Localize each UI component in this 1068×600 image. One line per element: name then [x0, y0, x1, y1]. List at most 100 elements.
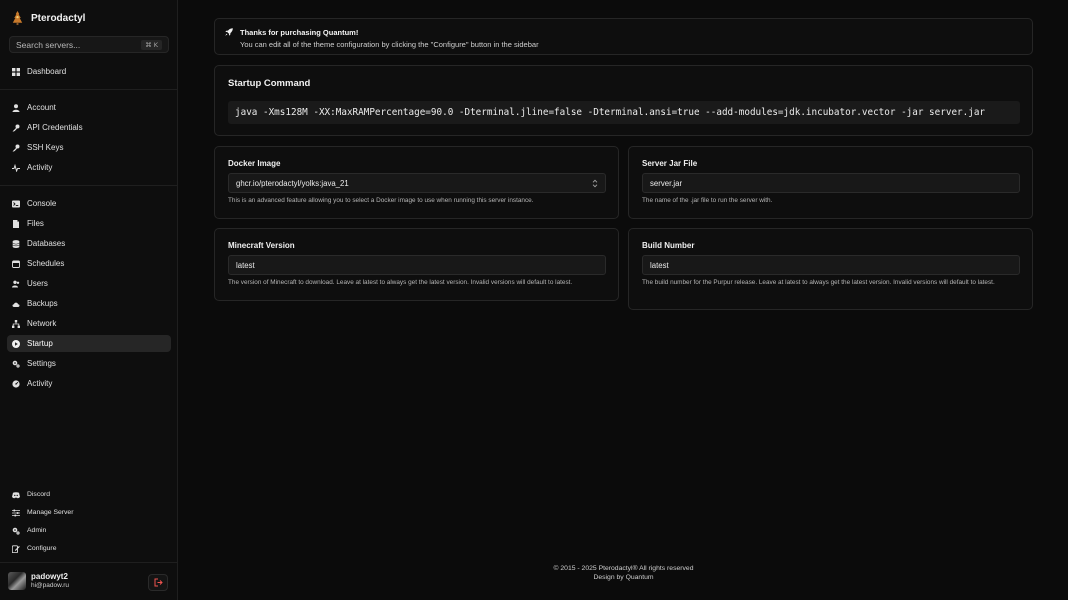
sidebar-item-label: Network	[27, 319, 57, 328]
build-number-help: The build number for the Purpur release.…	[642, 279, 995, 286]
logout-icon	[154, 578, 163, 587]
divider	[0, 562, 178, 563]
sidebar-item-network[interactable]: Network	[7, 315, 171, 332]
user-name: padowyt2	[31, 572, 68, 581]
server-jar-label: Server Jar File	[642, 159, 698, 168]
server-jar-card: Server Jar File server.jar The name of t…	[628, 146, 1033, 219]
grid-icon	[12, 67, 20, 76]
footer-copyright: © 2015 - 2025 Pterodactyl® All rights re…	[553, 565, 694, 572]
docker-image-help: This is an advanced feature allowing you…	[228, 197, 534, 204]
play-icon	[12, 339, 20, 348]
sidebar-item-admin[interactable]: Admin	[7, 522, 171, 539]
terminal-icon	[12, 200, 20, 208]
divider	[0, 185, 178, 186]
sidebar-item-label: Databases	[27, 239, 66, 248]
sidebar-item-label: Dashboard	[27, 67, 67, 76]
user-icon	[12, 103, 20, 112]
notice-text: You can edit all of the theme configurat…	[240, 40, 539, 49]
sidebar-item-dashboard[interactable]: Dashboard	[7, 63, 171, 80]
search-placeholder: Search servers...	[16, 39, 81, 50]
build-number-label: Build Number	[642, 241, 695, 250]
discord-icon	[12, 491, 20, 499]
sidebar-item-ssh-keys[interactable]: SSH Keys	[7, 139, 171, 156]
edit-icon	[12, 544, 20, 553]
startup-command-display[interactable]: java -Xms128M -XX:MaxRAMPercentage=90.0 …	[228, 101, 1020, 124]
search-input[interactable]: Search servers... ⌘ K	[9, 36, 169, 53]
sidebar-item-backups[interactable]: Backups	[7, 295, 171, 312]
sidebar-item-label: Activity	[27, 163, 53, 172]
sidebar-item-account[interactable]: Account	[7, 99, 171, 116]
sidebar-item-label: Discord	[27, 491, 51, 498]
sliders-icon	[12, 509, 20, 517]
sidebar-item-console[interactable]: Console	[7, 195, 171, 212]
calendar-icon	[12, 260, 20, 268]
sidebar-item-label: Console	[27, 199, 57, 208]
minecraft-version-label: Minecraft Version	[228, 241, 295, 250]
sidebar-item-label: Settings	[27, 359, 56, 368]
server-jar-help: The name of the .jar file to run the ser…	[642, 197, 773, 204]
sidebar-item-label: Users	[27, 279, 48, 288]
user-profile[interactable]: padowyt2 hi@padow.ru	[8, 572, 69, 590]
minecraft-version-card: Minecraft Version latest The version of …	[214, 228, 619, 301]
users-icon	[12, 280, 20, 288]
pulse-icon	[12, 163, 20, 172]
build-number-card: Build Number latest The build number for…	[628, 228, 1033, 310]
sidebar: Pterodactyl Search servers... ⌘ K Dashbo…	[0, 0, 178, 600]
user-email: hi@padow.ru	[31, 582, 70, 589]
rocket-icon	[225, 28, 233, 36]
cogs-icon	[12, 527, 20, 535]
server-jar-value: server.jar	[650, 178, 683, 188]
sidebar-item-label: Files	[27, 219, 44, 228]
sidebar-item-schedules[interactable]: Schedules	[7, 255, 171, 272]
divider	[0, 89, 178, 90]
build-number-input[interactable]: latest	[642, 255, 1020, 275]
notice-title: Thanks for purchasing Quantum!	[240, 28, 359, 37]
sidebar-item-manage-server[interactable]: Manage Server	[7, 504, 171, 521]
minecraft-version-value: latest	[236, 260, 255, 270]
sidebar-item-startup[interactable]: Startup	[7, 335, 171, 352]
search-shortcut: ⌘ K	[141, 39, 162, 50]
docker-image-card: Docker Image ghcr.io/pterodactyl/yolks:j…	[214, 146, 619, 219]
sidebar-item-label: Startup	[27, 339, 53, 348]
sidebar-item-files[interactable]: Files	[7, 215, 171, 232]
sidebar-item-label: API Credentials	[27, 123, 83, 132]
file-icon	[12, 219, 20, 228]
docker-image-label: Docker Image	[228, 159, 281, 168]
purchase-notice: Thanks for purchasing Quantum! You can e…	[214, 18, 1033, 55]
pterodactyl-logo-icon	[12, 10, 23, 26]
brand-name: Pterodactyl	[31, 12, 86, 24]
chevron-updown-icon	[592, 179, 598, 188]
sidebar-item-configure[interactable]: Configure	[7, 540, 171, 557]
key-icon	[12, 124, 20, 132]
sidebar-item-label: Manage Server	[27, 509, 74, 516]
startup-command-title: Startup Command	[228, 78, 311, 89]
build-number-value: latest	[650, 260, 669, 270]
sidebar-item-account-activity[interactable]: Activity	[7, 159, 171, 176]
sidebar-item-settings[interactable]: Settings	[7, 355, 171, 372]
sidebar-item-discord[interactable]: Discord	[7, 486, 171, 503]
sidebar-item-label: Schedules	[27, 259, 65, 268]
sidebar-item-label: Configure	[27, 545, 57, 552]
database-icon	[12, 239, 20, 248]
logout-button[interactable]	[148, 574, 168, 591]
gauge-icon	[12, 379, 20, 388]
sidebar-item-server-activity[interactable]: Activity	[7, 375, 171, 392]
sidebar-item-label: Activity	[27, 379, 53, 388]
gear-icon	[12, 360, 20, 368]
docker-image-value: ghcr.io/pterodactyl/yolks:java_21	[236, 178, 349, 188]
key-icon	[12, 144, 20, 152]
startup-command-card: Startup Command java -Xms128M -XX:MaxRAM…	[214, 65, 1033, 136]
sidebar-item-users[interactable]: Users	[7, 275, 171, 292]
avatar	[8, 572, 26, 590]
sidebar-item-api-credentials[interactable]: API Credentials	[7, 119, 171, 136]
sidebar-item-label: SSH Keys	[27, 143, 64, 152]
minecraft-version-help: The version of Minecraft to download. Le…	[228, 279, 573, 286]
cloud-icon	[12, 300, 20, 308]
network-icon	[12, 319, 20, 328]
minecraft-version-input[interactable]: latest	[228, 255, 606, 275]
brand[interactable]: Pterodactyl	[10, 9, 85, 27]
server-jar-input[interactable]: server.jar	[642, 173, 1020, 193]
docker-image-select[interactable]: ghcr.io/pterodactyl/yolks:java_21	[228, 173, 606, 193]
sidebar-item-label: Account	[27, 103, 56, 112]
sidebar-item-databases[interactable]: Databases	[7, 235, 171, 252]
